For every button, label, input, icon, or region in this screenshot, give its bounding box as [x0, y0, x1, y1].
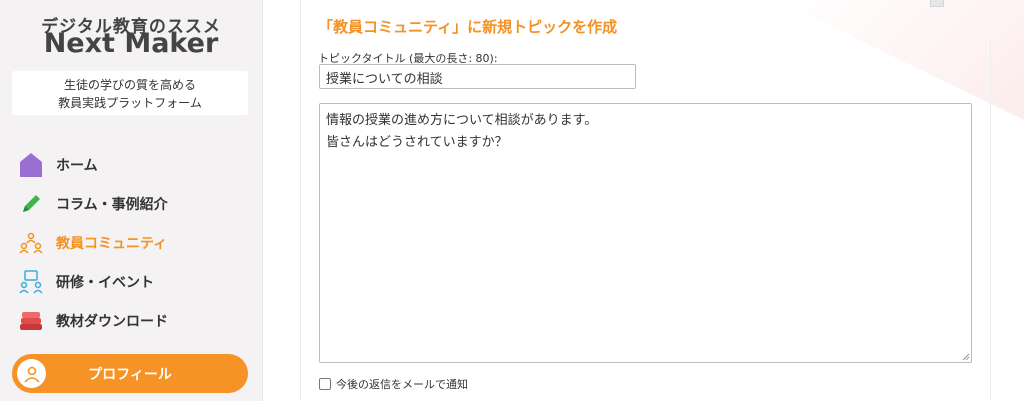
sidebar-item-label: ホーム: [56, 157, 98, 174]
sidebar-item-label: 研修・イベント: [56, 274, 154, 291]
brand-logo[interactable]: Next Maker: [0, 28, 262, 59]
sidebar-item-label: 教材ダウンロード: [56, 313, 168, 330]
brand-description: 生徒の学びの質を高める 教員実践プラットフォーム: [12, 71, 248, 115]
sidebar-item-home[interactable]: ホーム: [18, 145, 168, 184]
sidebar-item-label: 教員コミュニティ: [56, 235, 168, 252]
sidebar-nav: ホーム コラム・事例紹介 教員コミュニティ 研修・イベント 教材ダウンロード: [18, 145, 168, 340]
profile-button-label: プロフィール: [88, 366, 172, 383]
sidebar-item-downloads[interactable]: 教材ダウンロード: [18, 301, 168, 340]
sidebar: デジタル教育のススメ Next Maker 生徒の学びの質を高める 教員実践プラ…: [0, 0, 263, 401]
email-notify-checkbox[interactable]: [319, 378, 331, 390]
email-notify-label: 今後の返信をメールで通知: [336, 378, 468, 391]
resize-grip-icon[interactable]: [962, 353, 970, 361]
page: デジタル教育のススメ Next Maker 生徒の学びの質を高める 教員実践プラ…: [0, 0, 1024, 401]
community-icon: [18, 230, 44, 256]
sidebar-item-label: コラム・事例紹介: [56, 196, 168, 213]
profile-button[interactable]: プロフィール: [12, 354, 248, 393]
event-icon: [18, 269, 44, 295]
brand-description-line: 教員実践プラットフォーム: [58, 96, 202, 110]
user-icon: [17, 359, 46, 388]
home-icon: [18, 152, 44, 178]
sidebar-item-community[interactable]: 教員コミュニティ: [18, 223, 168, 262]
pencil-icon: [18, 191, 44, 217]
books-icon: [18, 308, 44, 334]
brand-description-line: 生徒の学びの質を高める: [63, 78, 196, 92]
email-notify-option[interactable]: 今後の返信をメールで通知: [319, 376, 468, 392]
page-title: 「教員コミュニティ」に新規トピックを作成: [318, 18, 618, 36]
panel-divider: [990, 40, 991, 401]
topic-body-textarea[interactable]: 情報の授業の進め方について相談があります。 皆さんはどうされていますか？: [319, 103, 972, 363]
sidebar-item-events[interactable]: 研修・イベント: [18, 262, 168, 301]
topic-title-input[interactable]: 授業についての相談: [319, 64, 636, 89]
sidebar-item-column[interactable]: コラム・事例紹介: [18, 184, 168, 223]
